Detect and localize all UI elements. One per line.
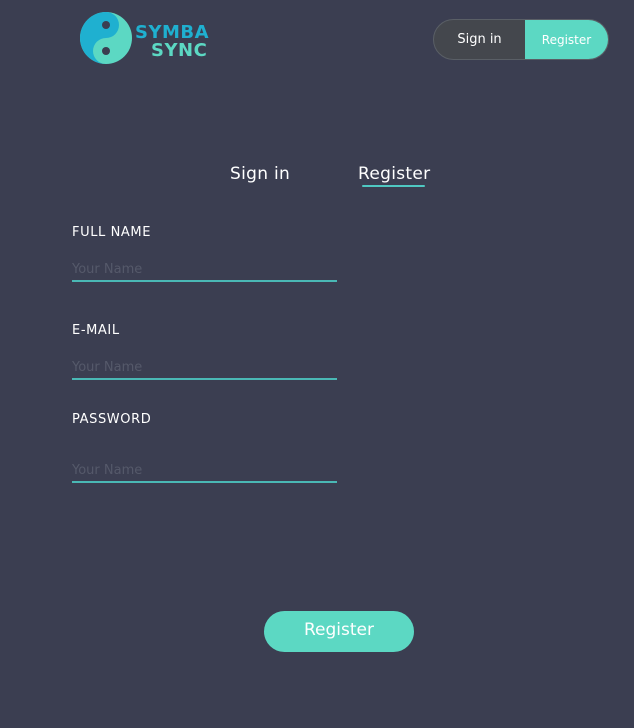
email-label: E-MAIL — [72, 323, 120, 338]
register-submit-button[interactable]: Register — [264, 611, 414, 652]
full-name-input[interactable] — [72, 258, 337, 282]
s-swirl-logo-icon — [80, 12, 132, 64]
brand-logo[interactable]: SYMBA SYNC — [78, 10, 218, 66]
tab-register[interactable]: Register — [358, 164, 430, 184]
header-register-button[interactable]: Register — [525, 20, 608, 59]
active-tab-indicator — [362, 185, 425, 187]
brand-name-line2: SYNC — [151, 40, 208, 61]
header-signin-button[interactable]: Sign in — [434, 20, 525, 59]
auth-toggle: Sign in Register — [433, 19, 609, 60]
tab-signin[interactable]: Sign in — [230, 164, 290, 184]
full-name-label: FULL NAME — [72, 225, 152, 240]
password-input[interactable] — [72, 459, 337, 483]
password-label: PASSWORD — [72, 412, 152, 427]
email-input[interactable] — [72, 356, 337, 380]
